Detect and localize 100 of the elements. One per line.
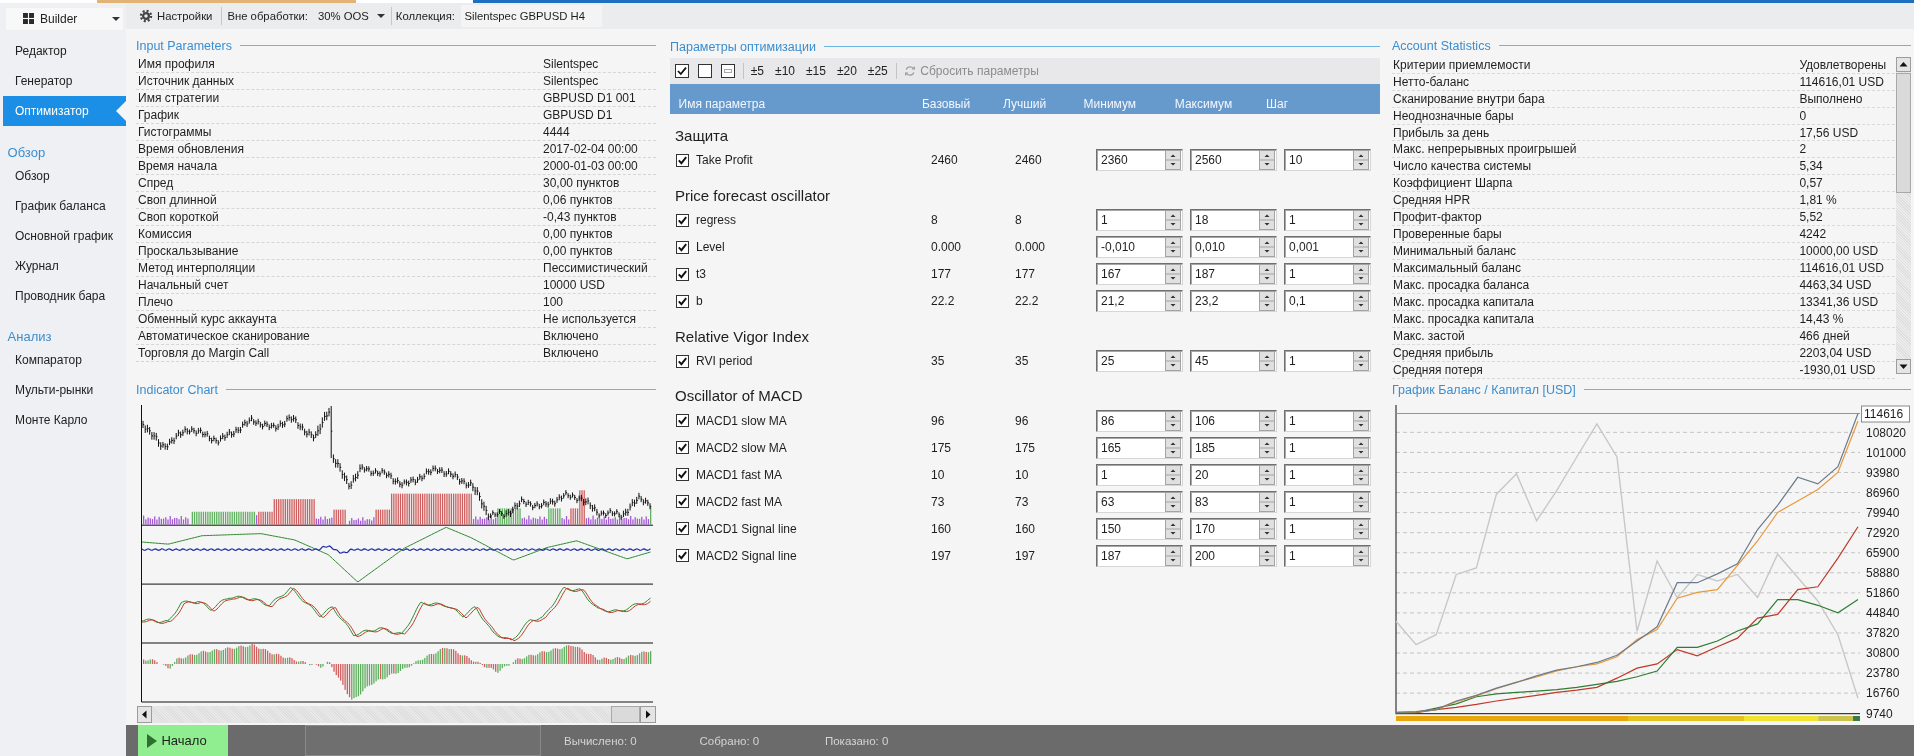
checkbox[interactable] [676,213,689,227]
number-field[interactable]: 2360 [1096,149,1183,172]
spin-arrows-icon[interactable] [1259,410,1275,431]
number-field[interactable]: 170 [1190,517,1277,540]
scrollbar[interactable] [1895,56,1911,374]
spin-arrows-icon[interactable] [1165,210,1181,231]
checkbox[interactable] [676,414,689,428]
dotted-box-icon[interactable] [721,64,735,79]
number-field[interactable]: 0,001 [1284,236,1371,259]
number-field[interactable]: 187 [1096,544,1183,567]
checkbox[interactable] [676,354,689,368]
spin-arrows-icon[interactable] [1259,237,1275,258]
builder-dropdown[interactable]: Builder [6,7,123,30]
nav-item[interactable]: Генератор [3,66,126,96]
checkbox[interactable] [676,240,689,254]
spin-arrows-icon[interactable] [1165,545,1181,566]
spin-arrows-icon[interactable] [1165,264,1181,285]
spin-arrows-icon[interactable] [1353,491,1369,512]
number-field[interactable]: 0,010 [1190,236,1277,259]
number-field[interactable]: 20 [1190,463,1277,486]
spin-arrows-icon[interactable] [1353,150,1369,171]
number-field[interactable]: 1 [1284,544,1371,567]
spin-arrows-icon[interactable] [1353,264,1369,285]
scroll-thumb[interactable] [611,706,640,723]
spin-arrows-icon[interactable] [1353,518,1369,539]
spin-arrows-icon[interactable] [1165,464,1181,485]
step-button[interactable]: ±25 [862,60,894,83]
number-field[interactable]: 1 [1284,436,1371,459]
checkbox[interactable] [676,441,689,455]
start-button[interactable]: Начало [138,725,228,756]
nav-item[interactable]: Проводник бара [3,280,126,311]
number-field[interactable]: 150 [1096,517,1183,540]
step-button[interactable]: ±15 [800,60,832,83]
collection-field[interactable]: Silentspec GBPUSD H4 [461,5,602,27]
number-field[interactable]: 10 [1284,149,1371,172]
spin-arrows-icon[interactable] [1165,437,1181,458]
nav-item[interactable]: Компаратор [3,345,126,376]
nav-item[interactable]: Редактор [3,36,126,66]
spin-arrows-icon[interactable] [1259,545,1275,566]
number-field[interactable]: 1 [1284,490,1371,513]
spin-arrows-icon[interactable] [1259,291,1275,312]
checkbox[interactable] [676,522,689,536]
number-field[interactable]: 167 [1096,263,1183,286]
number-field[interactable]: 21,2 [1096,290,1183,313]
number-field[interactable]: 0,1 [1284,290,1371,313]
number-field[interactable]: 165 [1096,436,1183,459]
spin-arrows-icon[interactable] [1165,291,1181,312]
spin-arrows-icon[interactable] [1353,410,1369,431]
spin-arrows-icon[interactable] [1165,351,1181,372]
spin-arrows-icon[interactable] [1259,437,1275,458]
number-field[interactable]: 1 [1284,209,1371,232]
spin-arrows-icon[interactable] [1353,545,1369,566]
spin-arrows-icon[interactable] [1353,291,1369,312]
checkbox[interactable] [676,294,689,308]
spin-arrows-icon[interactable] [1353,464,1369,485]
number-field[interactable]: 1 [1284,463,1371,486]
number-field[interactable]: -0,010 [1096,236,1183,259]
spin-arrows-icon[interactable] [1165,410,1181,431]
number-field[interactable]: 18 [1190,209,1277,232]
number-field[interactable]: 187 [1190,263,1277,286]
scroll-thumb[interactable] [1895,73,1911,194]
spin-arrows-icon[interactable] [1353,210,1369,231]
spin-arrows-icon[interactable] [1165,237,1181,258]
settings-button[interactable]: Настройки [139,5,213,27]
scrollbar[interactable] [137,706,656,723]
number-field[interactable]: 1 [1284,263,1371,286]
spin-arrows-icon[interactable] [1165,518,1181,539]
number-field[interactable]: 23,2 [1190,290,1277,313]
nav-item[interactable]: График баланса [3,190,126,221]
number-field[interactable]: 63 [1096,490,1183,513]
checkbox[interactable] [676,549,689,563]
number-field[interactable]: 1 [1284,350,1371,373]
spin-arrows-icon[interactable] [1353,237,1369,258]
number-field[interactable]: 45 [1190,350,1277,373]
number-field[interactable]: 86 [1096,409,1183,432]
spin-arrows-icon[interactable] [1259,491,1275,512]
number-field[interactable]: 2560 [1190,149,1277,172]
number-field[interactable]: 1 [1284,517,1371,540]
nav-item[interactable]: Мульти-рынки [3,375,126,406]
number-field[interactable]: 1 [1096,209,1183,232]
spin-arrows-icon[interactable] [1165,491,1181,512]
number-field[interactable]: 106 [1190,409,1277,432]
spin-arrows-icon[interactable] [1353,437,1369,458]
nav-item[interactable]: Обзор [3,160,126,191]
number-field[interactable]: 25 [1096,350,1183,373]
number-field[interactable]: 200 [1190,544,1277,567]
step-button[interactable]: ±20 [831,60,863,83]
number-field[interactable]: 1 [1284,409,1371,432]
number-field[interactable]: 83 [1190,490,1277,513]
spin-arrows-icon[interactable] [1259,518,1275,539]
nav-item[interactable]: Основной график [3,220,126,251]
spin-arrows-icon[interactable] [1259,264,1275,285]
checkbox[interactable] [676,468,689,482]
step-button[interactable]: ±5 [745,60,770,83]
spin-arrows-icon[interactable] [1259,351,1275,372]
step-button[interactable]: ±10 [769,60,801,83]
oos-dropdown[interactable]: 30% OOS [318,5,385,27]
empty-box-icon[interactable] [697,64,712,79]
spin-arrows-icon[interactable] [1259,210,1275,231]
spin-arrows-icon[interactable] [1259,150,1275,171]
